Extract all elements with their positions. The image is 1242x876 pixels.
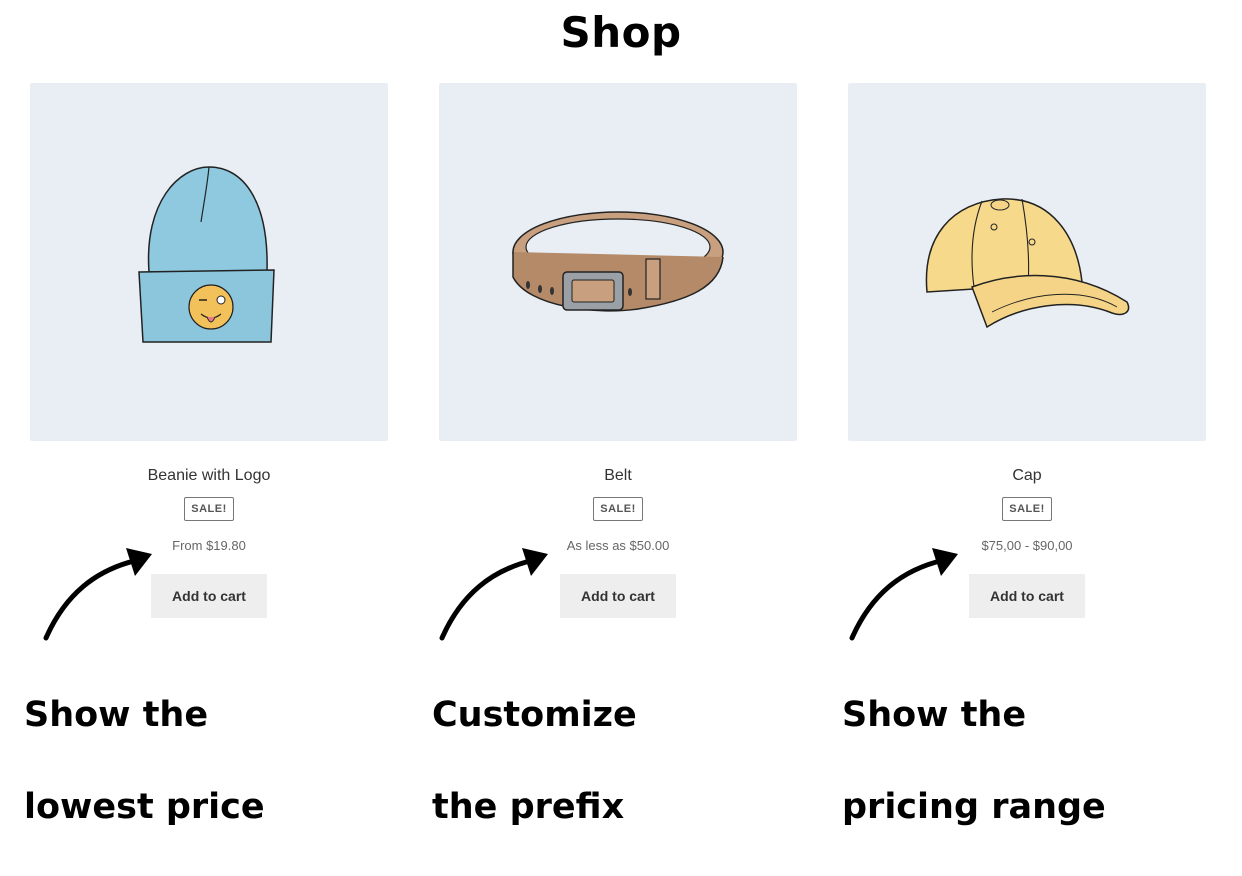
product-image-beanie[interactable] [30, 83, 388, 441]
page-title: Shop [560, 8, 682, 57]
curved-arrow-icon [43, 548, 152, 641]
caption-lowest-price: Show the lowest price [24, 646, 265, 876]
caption-line: Show the [24, 695, 209, 735]
add-to-cart-button[interactable]: Add to cart [560, 574, 676, 618]
beanie-illustration [138, 166, 275, 343]
product-card-belt: Belt SALE! As less as $50.00 Add to cart [439, 83, 797, 618]
caption-line: the prefix [432, 787, 625, 827]
product-card-beanie: Beanie with Logo SALE! From $19.80 Add t… [30, 83, 388, 618]
caption-line: lowest price [24, 787, 265, 827]
product-image-cap[interactable] [848, 83, 1206, 441]
curved-arrow-icon [849, 548, 958, 641]
caption-line: Customize [432, 695, 637, 735]
sale-badge: SALE! [184, 497, 234, 521]
add-to-cart-button[interactable]: Add to cart [151, 574, 267, 618]
sale-badge: SALE! [593, 497, 643, 521]
caption-customize-prefix: Customize the prefix [432, 646, 637, 876]
product-name[interactable]: Belt [439, 467, 797, 485]
product-name[interactable]: Beanie with Logo [30, 467, 388, 485]
product-image-belt[interactable] [439, 83, 797, 441]
caption-line: pricing range [842, 787, 1106, 827]
add-to-cart-button[interactable]: Add to cart [969, 574, 1085, 618]
caption-pricing-range: Show the pricing range [842, 646, 1106, 876]
caption-line: Show the [842, 695, 1027, 735]
belt-illustration [512, 211, 724, 312]
curved-arrow-icon [439, 548, 548, 641]
cap-illustration [925, 198, 1130, 329]
product-card-cap: Cap SALE! $75,00 - $90,00 Add to cart [848, 83, 1206, 618]
product-name[interactable]: Cap [848, 467, 1206, 485]
sale-badge: SALE! [1002, 497, 1052, 521]
